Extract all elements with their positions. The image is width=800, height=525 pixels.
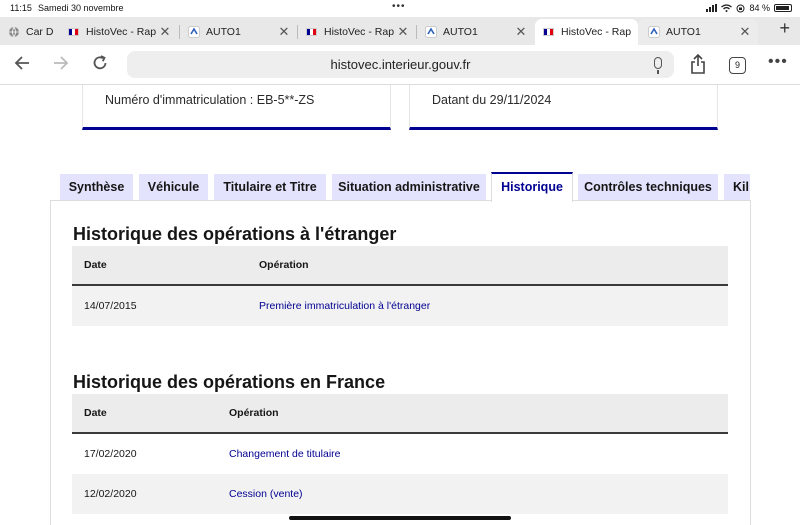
- french-flag-icon: [68, 26, 80, 38]
- microphone-icon[interactable]: [654, 57, 662, 74]
- forward-arrow-icon[interactable]: [51, 53, 71, 79]
- url-text: histovec.interieur.gouv.fr: [330, 57, 471, 72]
- browser-tab-title: HistoVec - Rap: [86, 26, 156, 38]
- browser-tab-title: AUTO1: [443, 26, 478, 38]
- new-tab-icon[interactable]: +: [779, 18, 790, 39]
- row-operation: Changement de titulaire: [229, 448, 341, 460]
- close-tab-icon[interactable]: ✕: [736, 24, 754, 40]
- tab-historique[interactable]: Historique: [491, 172, 573, 202]
- row-operation: Cession (vente): [229, 488, 303, 500]
- browser-tab-title: HistoVec - Rap: [324, 26, 394, 38]
- row-operation: Première immatriculation à l'étranger: [259, 300, 431, 312]
- status-indicators: 84 %: [706, 3, 792, 13]
- status-time: 11:15: [10, 3, 32, 13]
- auto1-icon: [425, 26, 437, 38]
- screen: 11:15 Samedi 30 novembre ••• 84 % Car D …: [0, 0, 800, 525]
- browser-toolbar: histovec.interieur.gouv.fr 9 •••: [0, 45, 800, 85]
- browser-tab[interactable]: AUTO1 ✕: [180, 19, 297, 45]
- column-header-operation: Opération: [259, 259, 309, 271]
- france-history-title: Historique des opérations en France: [73, 372, 386, 392]
- table-row: 17/02/2020 Changement de titulaire: [72, 434, 728, 474]
- close-tab-icon[interactable]: ✕: [512, 24, 530, 40]
- reload-icon[interactable]: [90, 53, 110, 79]
- battery-icon: [774, 4, 792, 12]
- table-row: 12/02/2020 Cession (vente): [72, 474, 728, 514]
- browser-tab[interactable]: HistoVec - Rap ✕: [60, 19, 178, 45]
- table-header: Date Opération: [72, 394, 728, 434]
- auto1-icon: [648, 26, 660, 38]
- french-flag-icon: [306, 26, 318, 38]
- browser-tab-title: Car D: [26, 26, 54, 38]
- wifi-icon: [721, 4, 733, 12]
- browser-tab[interactable]: HistoVec - Rap ✕: [298, 19, 416, 45]
- close-tab-icon[interactable]: ✕: [275, 24, 293, 40]
- registration-card: Numéro d'immatriculation : EB-5**-ZS: [82, 85, 391, 130]
- home-indicator[interactable]: [289, 516, 511, 520]
- report-date: Datant du 29/11/2024: [432, 93, 552, 107]
- row-date: 17/02/2020: [84, 448, 137, 460]
- browser-tab-strip: Car D HistoVec - Rap ✕ AUTO1 ✕ HistoVec …: [0, 17, 800, 45]
- more-options-icon[interactable]: •••: [768, 53, 788, 71]
- signal-icon: [706, 4, 718, 12]
- french-flag-icon: [543, 26, 555, 38]
- status-bar: 11:15 Samedi 30 novembre ••• 84 %: [0, 0, 800, 16]
- report-date-card: Datant du 29/11/2024: [409, 85, 718, 130]
- multitask-dots-icon[interactable]: •••: [392, 1, 406, 12]
- tab-controles-techniques[interactable]: Contrôles techniques: [578, 174, 718, 200]
- status-date: Samedi 30 novembre: [38, 3, 124, 13]
- close-tab-icon[interactable]: ✕: [394, 24, 412, 40]
- auto1-icon: [188, 26, 200, 38]
- browser-tab-title: HistoVec - Rap: [561, 26, 632, 38]
- globe-icon: [9, 26, 19, 38]
- orientation-lock-icon: [736, 4, 745, 12]
- report-tabs: Synthèse Véhicule Titulaire et Titre Sit…: [0, 172, 750, 202]
- share-icon[interactable]: [690, 54, 706, 74]
- column-header-date: Date: [84, 407, 107, 419]
- close-tab-icon[interactable]: ✕: [156, 24, 174, 40]
- battery-percent: 84 %: [749, 3, 770, 13]
- foreign-history-table: Date Opération 14/07/2015 Première immat…: [72, 246, 728, 326]
- browser-tab-active[interactable]: HistoVec - Rap: [535, 19, 638, 45]
- tab-kilometrage[interactable]: Kil: [724, 174, 750, 200]
- tab-count-button[interactable]: 9: [729, 57, 746, 74]
- tab-synthese[interactable]: Synthèse: [60, 174, 133, 200]
- foreign-history-title: Historique des opérations à l'étranger: [73, 224, 397, 244]
- column-header-date: Date: [84, 259, 107, 271]
- address-bar[interactable]: histovec.interieur.gouv.fr: [127, 51, 674, 78]
- table-row: 14/07/2015 Première immatriculation à l'…: [72, 286, 728, 326]
- table-header: Date Opération: [72, 246, 728, 286]
- browser-tab[interactable]: AUTO1 ✕: [417, 19, 534, 45]
- row-date: 12/02/2020: [84, 488, 137, 500]
- row-date: 14/07/2015: [84, 300, 137, 312]
- tab-situation-administrative[interactable]: Situation administrative: [332, 174, 486, 200]
- tab-titulaire[interactable]: Titulaire et Titre: [214, 174, 326, 200]
- back-arrow-icon[interactable]: [12, 53, 32, 79]
- tab-vehicule[interactable]: Véhicule: [139, 174, 208, 200]
- browser-tab[interactable]: Car D: [0, 19, 60, 45]
- column-header-operation: Opération: [229, 407, 279, 419]
- france-history-table: Date Opération 17/02/2020 Changement de …: [72, 394, 728, 514]
- registration-number: Numéro d'immatriculation : EB-5**-ZS: [105, 93, 315, 107]
- browser-tab-title: AUTO1: [206, 26, 241, 38]
- browser-tab-title: AUTO1: [666, 26, 701, 38]
- browser-tab[interactable]: AUTO1 ✕: [638, 19, 758, 45]
